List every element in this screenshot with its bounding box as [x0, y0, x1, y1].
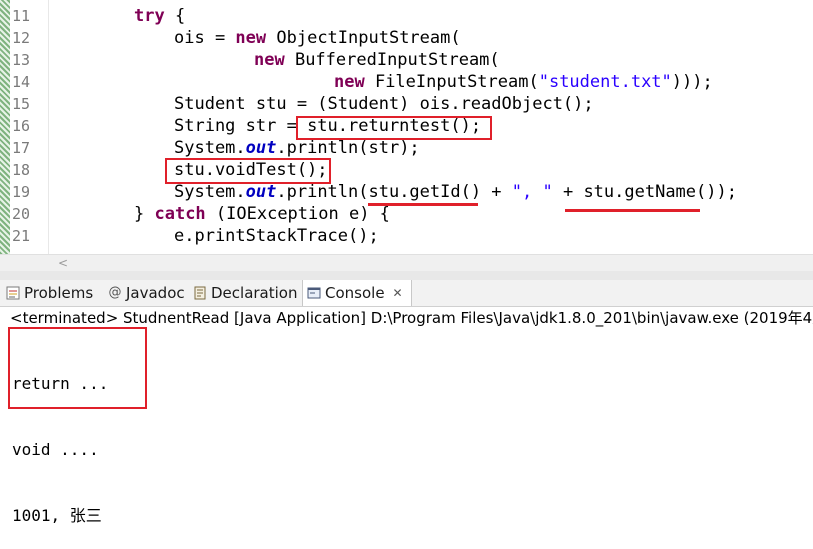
problems-icon [6, 286, 20, 300]
keyword: new [334, 72, 365, 92]
code-text[interactable]: System.out.println(str); [174, 137, 420, 159]
bottom-view-tabs: Problems @ Javadoc Declaration Console ✕ [0, 280, 813, 307]
code-line[interactable]: 21 e.printStackTrace(); [0, 225, 813, 247]
line-number: 11 [12, 7, 31, 25]
panel-divider[interactable] [0, 271, 813, 280]
code-text[interactable]: new FileInputStream("student.txt"))); [334, 71, 713, 93]
horizontal-scrollbar[interactable]: < [0, 254, 813, 271]
tab-problems[interactable]: Problems [6, 280, 93, 306]
keyword: new [235, 28, 267, 48]
code-line[interactable]: 19 System.out.println(stu.getId() + ", "… [0, 181, 813, 203]
annotation-box-returntest [296, 116, 492, 140]
code-fragment: + stu.getName()); [552, 182, 737, 202]
keyword: catch [154, 204, 206, 224]
code-fragment: System. [174, 138, 246, 158]
tab-label: Javadoc [126, 284, 185, 302]
code-text[interactable]: ois = new ObjectInputStream( [174, 27, 461, 49]
line-number: 21 [12, 227, 31, 245]
code-line[interactable]: 14 new FileInputStream("student.txt"))); [0, 71, 813, 93]
code-line[interactable]: 12 ois = new ObjectInputStream( [0, 27, 813, 49]
tab-console[interactable]: Console ✕ [302, 280, 412, 306]
code-text[interactable]: new BufferedInputStream( [254, 49, 500, 71]
tab-label: Console [325, 284, 385, 302]
scroll-left-icon[interactable]: < [58, 255, 68, 271]
code-fragment: ))); [671, 72, 713, 92]
code-fragment: FileInputStream( [364, 72, 539, 92]
line-number: 18 [12, 161, 31, 179]
line-number: 16 [12, 117, 31, 135]
tab-javadoc[interactable]: @ Javadoc [108, 280, 185, 306]
code-fragment: System. [174, 182, 246, 202]
keyword: try [134, 6, 165, 26]
code-line[interactable]: 13 new BufferedInputStream( [0, 49, 813, 71]
close-icon[interactable]: ✕ [393, 286, 403, 300]
annotation-box-voidtest [165, 158, 331, 184]
code-text[interactable]: e.printStackTrace(); [174, 225, 379, 247]
line-number: 17 [12, 139, 31, 157]
code-fragment: String str = [174, 116, 308, 136]
code-fragment: } [134, 204, 155, 224]
console-output-line: 1001, 张三 [12, 506, 102, 525]
code-fragment: .println(stu.getId() + [276, 182, 512, 202]
code-text[interactable]: System.out.println(stu.getId() + ", " + … [174, 181, 737, 203]
code-fragment: ObjectInputStream( [266, 28, 461, 48]
code-editor[interactable]: 11 try { 12 ois = new ObjectInputStream(… [0, 0, 813, 254]
annotation-underline-getid [368, 203, 478, 206]
line-number: 15 [12, 95, 31, 113]
code-fragment: ois = [174, 28, 236, 48]
static-field: out [245, 138, 277, 158]
annotation-underline-getname [565, 209, 700, 212]
code-text[interactable]: Student stu = (Student) ois.readObject()… [174, 93, 594, 115]
tab-declaration[interactable]: Declaration [193, 280, 297, 306]
code-fragment: BufferedInputStream( [284, 50, 500, 70]
code-line[interactable]: 20 } catch (IOException e) { [0, 203, 813, 225]
code-text[interactable]: } catch (IOException e) { [134, 203, 390, 225]
line-number: 12 [12, 29, 31, 47]
code-fragment: { [164, 6, 186, 26]
code-fragment: .println(str); [276, 138, 420, 158]
code-text[interactable]: try { [134, 5, 185, 27]
string-literal: ", " [511, 182, 553, 202]
line-number: 13 [12, 51, 31, 69]
line-number: 20 [12, 205, 31, 223]
code-line[interactable]: 17 System.out.println(str); [0, 137, 813, 159]
tab-label: Declaration [211, 284, 298, 302]
code-line[interactable]: 15 Student stu = (Student) ois.readObjec… [0, 93, 813, 115]
tab-label: Problems [24, 284, 94, 302]
javadoc-icon: @ [108, 285, 122, 300]
annotation-box-output [8, 327, 147, 409]
string-literal: "student.txt" [538, 72, 672, 92]
code-line[interactable]: 18 stu.voidTest(); [0, 159, 813, 181]
console-icon [307, 286, 321, 300]
line-number: 19 [12, 183, 31, 201]
console-status-line: <terminated> StudnentRead [Java Applicat… [0, 307, 813, 329]
line-number: 14 [12, 73, 31, 91]
declaration-icon [193, 286, 207, 300]
code-fragment: (IOException e) { [205, 204, 390, 224]
static-field: out [245, 182, 277, 202]
code-line[interactable]: 11 try { [0, 5, 813, 27]
keyword: new [254, 50, 285, 70]
